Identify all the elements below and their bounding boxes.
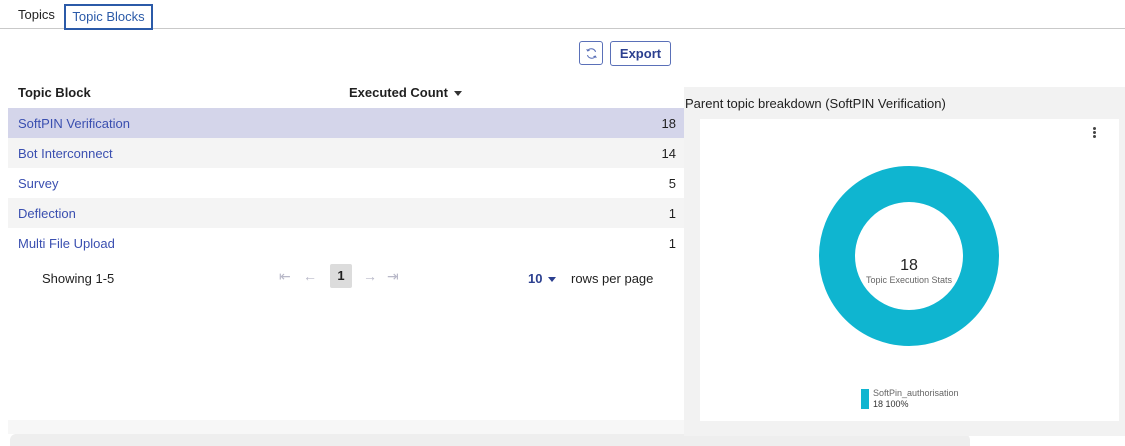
page-number[interactable]: 1 xyxy=(330,264,352,288)
prev-page-icon[interactable]: ← xyxy=(303,268,317,284)
panel-title: Parent topic breakdown (SoftPIN Verifica… xyxy=(685,96,946,111)
topic-block-link[interactable]: Multi File Upload xyxy=(18,236,115,251)
legend-item-stats: 18 100% xyxy=(873,399,909,409)
executed-count: 18 xyxy=(661,116,676,131)
next-page-icon[interactable]: → xyxy=(363,268,377,284)
column-header-executed-count-label: Executed Count xyxy=(349,85,448,100)
rows-per-page-value: 10 xyxy=(528,271,543,286)
topic-block-link[interactable]: SoftPIN Verification xyxy=(18,116,130,131)
refresh-button[interactable] xyxy=(579,41,603,65)
more-options-icon[interactable] xyxy=(1091,126,1097,142)
table-row[interactable]: SoftPIN Verification 18 xyxy=(8,108,684,138)
table-row[interactable]: Bot Interconnect 14 xyxy=(8,138,684,168)
column-header-executed-count[interactable]: Executed Count xyxy=(349,85,462,100)
executed-count: 1 xyxy=(668,206,676,221)
donut-chart xyxy=(819,166,999,346)
chevron-down-icon xyxy=(548,277,557,283)
donut-center-value: 18 xyxy=(900,257,918,274)
table-row[interactable]: Multi File Upload 1 xyxy=(8,228,684,258)
legend-item-name: SoftPin_authorisation xyxy=(873,388,959,398)
pagination-summary: Showing 1-5 xyxy=(42,271,115,286)
table-row[interactable]: Survey 5 xyxy=(8,168,684,198)
executed-count: 1 xyxy=(668,236,676,251)
refresh-icon xyxy=(585,47,597,59)
topic-block-link[interactable]: Bot Interconnect xyxy=(18,146,113,161)
executed-count: 5 xyxy=(668,176,676,191)
topic-block-link[interactable]: Deflection xyxy=(18,206,76,221)
last-page-icon[interactable]: ⇥ xyxy=(387,268,399,285)
topic-block-link[interactable]: Survey xyxy=(18,176,58,191)
rows-per-page-label: rows per page xyxy=(571,271,654,286)
sort-desc-icon xyxy=(453,91,462,97)
table-row[interactable]: Deflection 1 xyxy=(8,198,684,228)
tab-topics[interactable]: Topics xyxy=(8,4,65,28)
executed-count: 14 xyxy=(661,146,676,161)
tab-topic-blocks[interactable]: Topic Blocks xyxy=(64,4,153,30)
first-page-icon[interactable]: ⇤ xyxy=(279,268,291,285)
table-footer-area xyxy=(8,420,684,434)
donut-center-label: Topic Execution Stats xyxy=(865,275,953,285)
column-header-topic-block[interactable]: Topic Block xyxy=(18,85,91,100)
tab-bar: Topics Topic Blocks xyxy=(0,0,1125,30)
donut-segment-softpin-authorisation xyxy=(819,166,999,346)
rows-per-page-select[interactable]: 10 xyxy=(528,271,557,286)
export-button[interactable]: Export xyxy=(610,41,671,66)
legend-swatch xyxy=(861,389,869,409)
